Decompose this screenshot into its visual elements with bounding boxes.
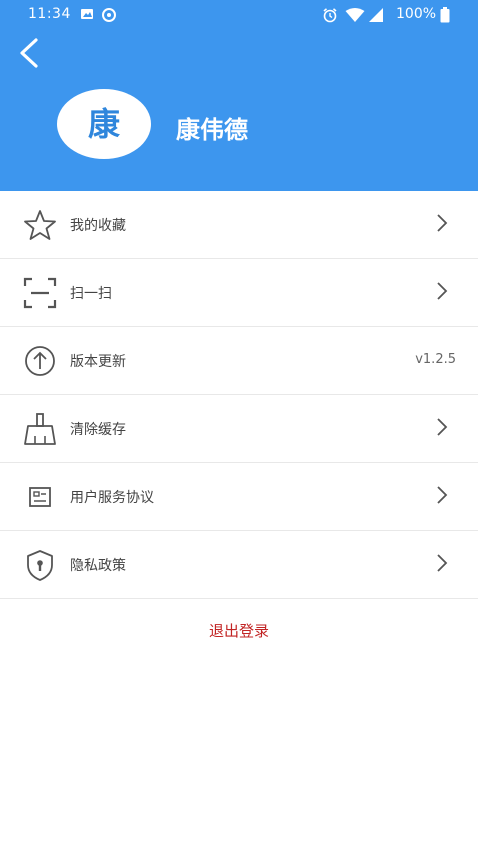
- signal-icon: [369, 8, 383, 22]
- menu-item-label: 用户服务协议: [70, 490, 154, 506]
- status-bar: 11:34 100%: [0, 0, 478, 30]
- document-icon: [29, 487, 51, 507]
- chevron-right-icon: [437, 282, 448, 300]
- menu-item-user-agreement[interactable]: 用户服务协议: [0, 463, 478, 531]
- battery-percent: 100%: [396, 6, 437, 22]
- image-notification-icon: [81, 9, 93, 19]
- menu-item-scan[interactable]: 扫一扫: [0, 259, 478, 327]
- broom-icon: [24, 413, 56, 445]
- wifi-icon: [345, 8, 365, 22]
- profile-header: 11:34 100% 康 康伟德: [0, 0, 478, 191]
- chevron-right-icon: [437, 214, 448, 232]
- chevron-right-icon: [437, 418, 448, 436]
- menu-item-clear-cache[interactable]: 清除缓存: [0, 395, 478, 463]
- alarm-icon: [323, 8, 337, 23]
- chevron-right-icon: [437, 554, 448, 572]
- user-name: 康伟德: [176, 116, 248, 144]
- upload-circle-icon: [25, 346, 55, 376]
- menu-item-privacy-policy[interactable]: 隐私政策: [0, 531, 478, 599]
- sync-notification-icon: [102, 8, 116, 22]
- back-arrow-icon[interactable]: [14, 36, 46, 70]
- scan-icon: [23, 277, 57, 309]
- status-time: 11:34: [28, 6, 71, 22]
- star-icon: [24, 210, 56, 240]
- menu-item-version-update[interactable]: 版本更新 v1.2.5: [0, 327, 478, 395]
- menu-item-label: 扫一扫: [70, 286, 112, 302]
- logout-button[interactable]: 退出登录: [0, 620, 478, 641]
- menu-item-label: 隐私政策: [70, 558, 126, 574]
- version-value: v1.2.5: [415, 352, 456, 367]
- avatar[interactable]: 康: [57, 89, 151, 159]
- menu-item-label: 我的收藏: [70, 218, 126, 234]
- menu-item-label: 版本更新: [70, 354, 126, 370]
- chevron-right-icon: [437, 486, 448, 504]
- battery-icon: [440, 7, 450, 23]
- menu-item-favorites[interactable]: 我的收藏: [0, 191, 478, 259]
- settings-menu: 我的收藏 扫一扫 版本更新 v1.2.5 清除缓存 用户服务协议 隐私政策: [0, 191, 478, 599]
- menu-item-label: 清除缓存: [70, 422, 126, 438]
- shield-lock-icon: [27, 550, 53, 581]
